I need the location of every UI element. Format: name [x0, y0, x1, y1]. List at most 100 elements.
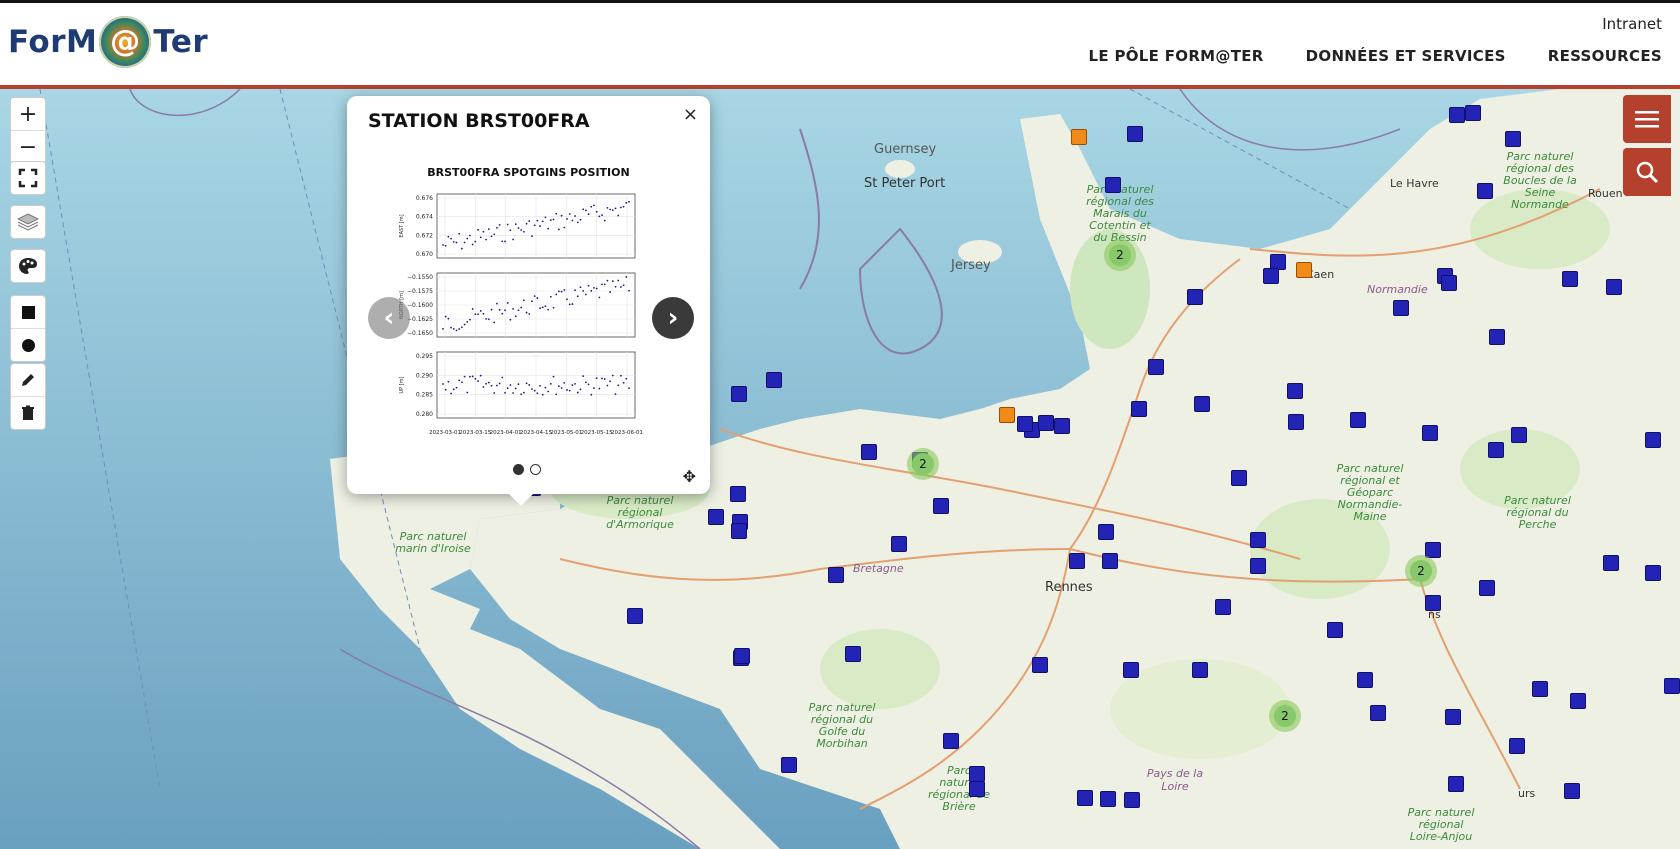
station-marker[interactable] [627, 608, 643, 624]
station-marker-alt[interactable] [1296, 262, 1312, 278]
station-marker[interactable] [1449, 107, 1465, 123]
intranet-link[interactable]: Intranet [1602, 15, 1662, 33]
station-marker[interactable] [1017, 416, 1033, 432]
station-marker[interactable] [1327, 622, 1343, 638]
y-tick-label: 0.676 [416, 195, 433, 202]
draw-square-button[interactable] [11, 296, 45, 328]
zoom-in-button[interactable]: + [11, 98, 45, 130]
station-marker[interactable] [891, 536, 907, 552]
station-marker[interactable] [1250, 558, 1266, 574]
zoom-out-button[interactable]: − [11, 130, 45, 163]
station-marker[interactable] [734, 648, 750, 664]
cluster-marker[interactable]: 2 [1104, 239, 1136, 271]
nav-donnees-services[interactable]: DONNÉES ET SERVICES [1306, 47, 1506, 65]
station-marker[interactable] [1215, 599, 1231, 615]
station-marker[interactable] [1564, 783, 1580, 799]
prev-chart-button[interactable]: ‹ [368, 297, 410, 339]
station-marker[interactable] [1488, 442, 1504, 458]
station-marker[interactable] [1509, 738, 1525, 754]
station-marker[interactable] [1187, 289, 1203, 305]
station-marker[interactable] [781, 757, 797, 773]
station-marker[interactable] [1425, 595, 1441, 611]
station-marker[interactable] [861, 444, 877, 460]
station-marker[interactable] [1465, 105, 1481, 121]
station-marker[interactable] [1263, 268, 1279, 284]
station-marker[interactable] [730, 486, 746, 502]
station-marker[interactable] [1124, 792, 1140, 808]
layers-button[interactable] [10, 205, 46, 239]
station-marker[interactable] [731, 523, 747, 539]
edit-button[interactable] [11, 364, 45, 396]
station-marker[interactable] [1032, 657, 1048, 673]
station-marker-alt[interactable] [1071, 129, 1087, 145]
station-marker[interactable] [1445, 709, 1461, 725]
station-marker[interactable] [1489, 329, 1505, 345]
station-marker[interactable] [1123, 662, 1139, 678]
station-marker[interactable] [1194, 396, 1210, 412]
station-marker[interactable] [1603, 555, 1619, 571]
station-marker[interactable] [1645, 432, 1661, 448]
station-marker[interactable] [1038, 415, 1054, 431]
station-marker[interactable] [1505, 131, 1521, 147]
station-marker[interactable] [933, 498, 949, 514]
station-marker[interactable] [845, 646, 861, 662]
station-marker[interactable] [943, 733, 959, 749]
search-button[interactable] [1623, 148, 1671, 196]
station-marker[interactable] [1350, 412, 1366, 428]
station-marker[interactable] [1100, 791, 1116, 807]
station-marker[interactable] [1532, 681, 1548, 697]
station-marker[interactable] [1664, 678, 1680, 694]
station-marker[interactable] [1250, 532, 1266, 548]
station-marker[interactable] [1069, 553, 1085, 569]
menu-button[interactable] [1623, 95, 1671, 143]
next-chart-button[interactable]: › [652, 297, 694, 339]
station-marker[interactable] [969, 781, 985, 797]
station-marker[interactable] [1105, 177, 1121, 193]
station-marker[interactable] [1098, 524, 1114, 540]
delete-button[interactable] [11, 396, 45, 429]
station-marker[interactable] [1287, 383, 1303, 399]
popup-close-button[interactable]: × [683, 104, 698, 125]
station-marker[interactable] [766, 372, 782, 388]
station-marker[interactable] [1192, 662, 1208, 678]
carousel-dot-2[interactable] [530, 464, 541, 475]
station-marker[interactable] [1448, 776, 1464, 792]
style-button[interactable] [10, 249, 46, 283]
fullscreen-button[interactable] [10, 161, 46, 195]
station-marker[interactable] [1479, 580, 1495, 596]
carousel-dot-1[interactable] [513, 464, 524, 475]
cluster-marker[interactable]: 2 [1405, 555, 1437, 587]
station-marker[interactable] [1288, 414, 1304, 430]
station-marker[interactable] [1370, 705, 1386, 721]
nav-ressources[interactable]: RESSOURCES [1548, 47, 1662, 65]
station-marker[interactable] [1077, 790, 1093, 806]
station-marker[interactable] [1054, 418, 1070, 434]
station-marker[interactable] [1441, 275, 1457, 291]
station-marker[interactable] [708, 509, 724, 525]
station-marker[interactable] [1606, 279, 1622, 295]
cluster-marker[interactable]: 2 [1269, 700, 1301, 732]
station-marker[interactable] [1393, 300, 1409, 316]
station-marker[interactable] [1562, 271, 1578, 287]
cluster-marker[interactable]: 2 [907, 448, 939, 480]
station-marker[interactable] [1422, 425, 1438, 441]
station-marker[interactable] [1511, 427, 1527, 443]
station-marker[interactable] [1231, 470, 1247, 486]
formater-logo[interactable]: ForM @ Ter [8, 16, 208, 68]
station-marker[interactable] [828, 567, 844, 583]
station-marker[interactable] [1477, 183, 1493, 199]
station-marker[interactable] [1131, 401, 1147, 417]
station-marker[interactable] [1127, 126, 1143, 142]
station-marker[interactable] [969, 766, 985, 782]
station-marker-alt[interactable] [999, 407, 1015, 423]
station-marker[interactable] [1570, 693, 1586, 709]
station-marker[interactable] [731, 386, 747, 402]
station-marker[interactable] [1148, 359, 1164, 375]
station-marker[interactable] [1102, 553, 1118, 569]
map-canvas[interactable]: Guernsey St Peter Port Jersey Le Havre R… [0, 89, 1680, 849]
draw-circle-button[interactable] [11, 328, 45, 361]
move-icon[interactable]: ✥ [683, 467, 696, 486]
station-marker[interactable] [1357, 672, 1373, 688]
station-marker[interactable] [1645, 565, 1661, 581]
nav-pole-formater[interactable]: LE PÔLE FORM@TER [1089, 47, 1264, 65]
